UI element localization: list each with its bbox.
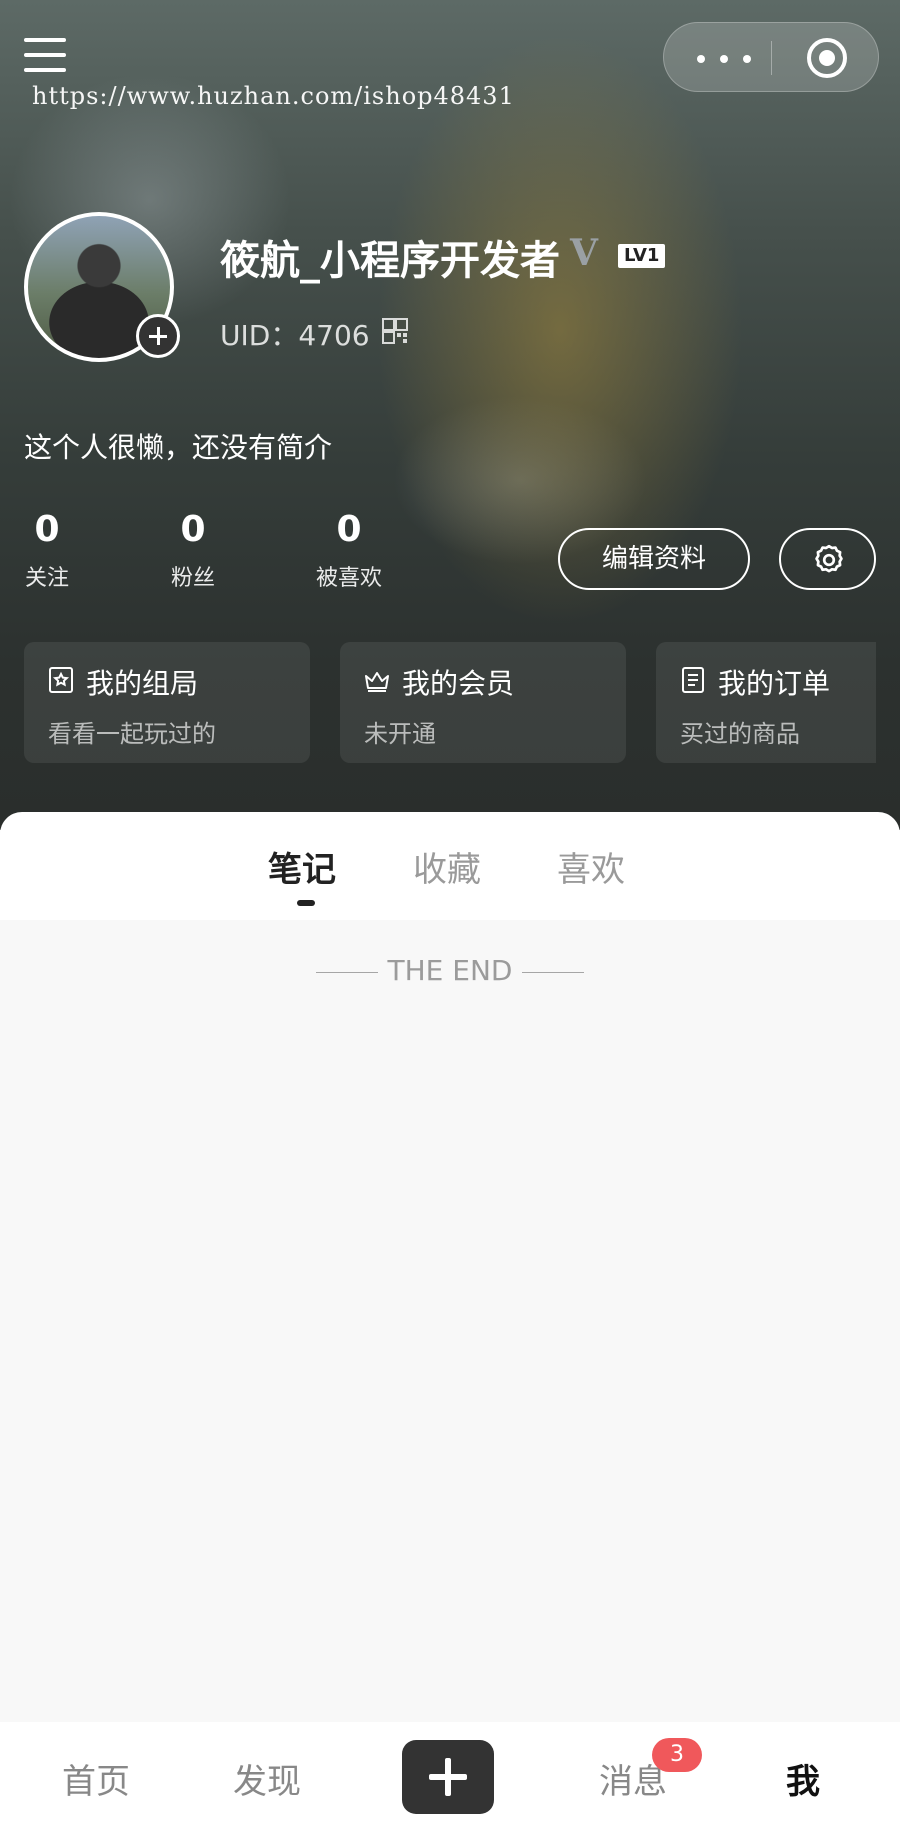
more-icon[interactable]: [689, 37, 759, 77]
level-badge: LV1: [618, 244, 666, 268]
stat-value: 0: [180, 509, 206, 550]
user-id: UID：4706: [220, 319, 370, 352]
stat-liked[interactable]: 0 被喜欢: [294, 508, 404, 592]
nav-discover[interactable]: 发现: [233, 1754, 301, 1803]
crown-icon: [365, 672, 389, 692]
stat-value: 0: [336, 509, 362, 550]
card-my-groups[interactable]: 我的组局 看看一起玩过的: [24, 642, 310, 763]
verified-icon: V: [570, 232, 598, 274]
nav-home[interactable]: 首页: [62, 1754, 130, 1803]
card-my-membership[interactable]: 我的会员 未开通: [340, 642, 626, 763]
target-icon[interactable]: [807, 38, 847, 78]
edit-profile-button[interactable]: 编辑资料: [558, 528, 750, 590]
message-count-badge: 3: [652, 1738, 702, 1772]
card-my-orders[interactable]: 我的订单 买过的商品: [656, 642, 876, 763]
card-title: 我的组局: [86, 667, 199, 700]
stat-followers[interactable]: 0 粉丝: [138, 508, 248, 592]
end-of-list: THE END: [0, 954, 900, 987]
tab-favorites[interactable]: 收藏: [413, 842, 481, 891]
stat-value: 0: [34, 509, 60, 550]
divider-line: [315, 971, 378, 973]
card-subtitle: 买过的商品: [680, 720, 800, 748]
plus-icon[interactable]: [402, 1740, 494, 1814]
gear-icon: [815, 544, 843, 573]
stat-label: 粉丝: [170, 566, 215, 591]
qr-code-icon[interactable]: [382, 318, 408, 344]
bio-text: 这个人很懒，还没有简介: [24, 431, 333, 464]
menu-icon[interactable]: [24, 38, 66, 72]
card-title: 我的会员: [402, 667, 515, 700]
stat-following[interactable]: 0 关注: [0, 508, 102, 592]
document-icon: [682, 667, 704, 693]
stat-label: 被喜欢: [315, 566, 382, 591]
active-tab-indicator: [297, 900, 315, 906]
star-badge-icon: [49, 667, 73, 693]
card-title: 我的订单: [718, 667, 831, 700]
end-text: THE END: [387, 954, 513, 987]
watermark-text: https://www.huzhan.com/ishop48431: [32, 82, 515, 110]
username: 筱航_小程序开发者: [220, 238, 560, 284]
card-subtitle: 未开通: [364, 720, 436, 748]
card-subtitle: 看看一起玩过的: [48, 720, 216, 748]
tab-likes[interactable]: 喜欢: [557, 842, 625, 891]
tab-notes[interactable]: 笔记: [268, 842, 336, 891]
stat-label: 关注: [24, 566, 69, 591]
nav-me[interactable]: 我: [786, 1754, 820, 1803]
capsule-divider: [771, 41, 772, 75]
miniprogram-capsule: [663, 22, 879, 92]
settings-button[interactable]: [779, 528, 876, 590]
divider-line: [522, 971, 585, 973]
avatar-add-button[interactable]: [136, 314, 180, 358]
